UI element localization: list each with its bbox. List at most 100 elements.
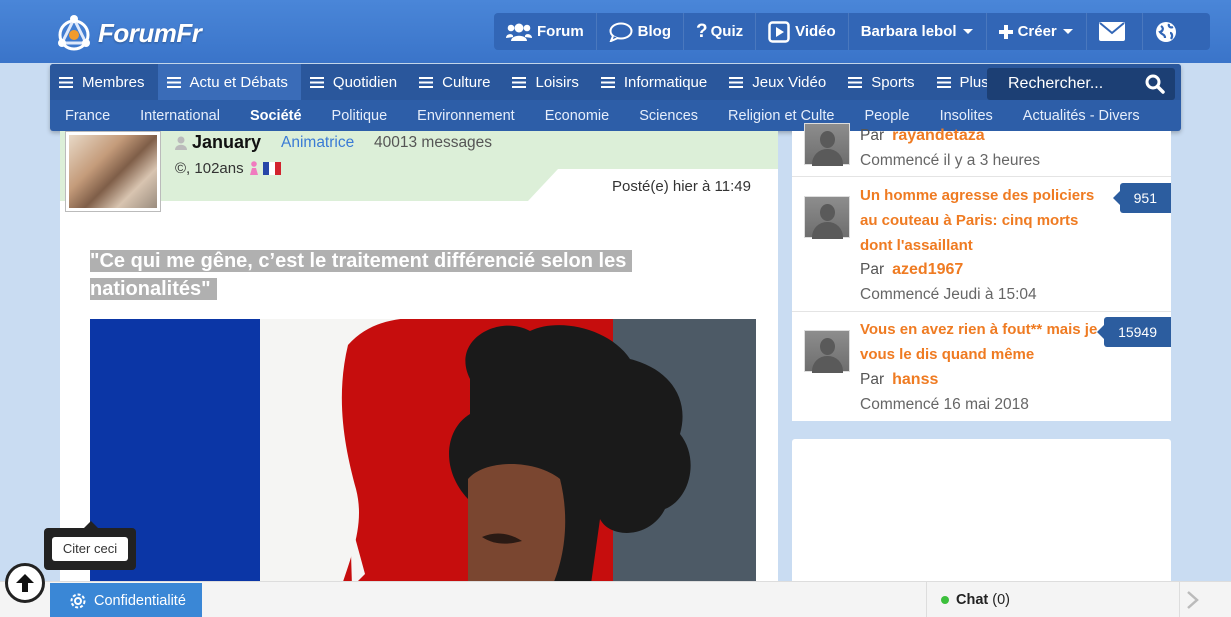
post-username-row[interactable]: January <box>175 132 261 153</box>
category-label: Plus <box>959 73 989 91</box>
chevron-right-icon[interactable] <box>1185 590 1201 610</box>
scroll-top-button[interactable] <box>5 563 45 603</box>
nav-language[interactable] <box>1143 13 1194 50</box>
post-message-count: 40013 messages <box>374 134 493 151</box>
divider <box>792 311 1171 312</box>
category-label: Culture <box>442 73 491 91</box>
post-role: Animatrice <box>281 134 355 151</box>
subcategory-4[interactable]: Environnement <box>417 108 515 124</box>
category-0[interactable]: Membres <box>50 64 158 100</box>
user-icon <box>175 136 187 150</box>
subcategory-row: France International Société Politique Envir… <box>50 100 1181 131</box>
top-nav: Forum Blog ? Quiz Vidéo Barbara lebol Cr… <box>494 13 1210 50</box>
topic-author-row: Par rayandetaza <box>860 127 985 145</box>
menu-icon <box>848 76 863 88</box>
category-label: Membres <box>82 73 145 91</box>
menu-icon <box>936 76 951 88</box>
post-username: January <box>192 132 262 152</box>
category-label: Actu et Débats <box>189 73 288 91</box>
category-6[interactable]: Jeux Vidéo <box>720 64 839 100</box>
avatar[interactable] <box>65 131 161 212</box>
search-input[interactable]: Rechercher... <box>987 68 1175 100</box>
topic-count-badge: 951 <box>1112 183 1171 213</box>
speech-bubble-icon <box>609 22 633 42</box>
subcategory-5[interactable]: Economie <box>545 108 609 124</box>
sidebar-widget <box>792 439 1171 599</box>
subcategory-2[interactable]: Société <box>250 108 302 124</box>
post-user-info: ©, 102ans <box>175 160 281 177</box>
subcategory-8[interactable]: People <box>864 108 909 124</box>
quote-tooltip-label: Citer ceci <box>52 537 128 561</box>
category-3[interactable]: Culture <box>410 64 503 100</box>
menu-icon <box>729 76 744 88</box>
nav-user-label: Barbara lebol <box>860 23 957 40</box>
envelope-icon <box>1098 22 1125 41</box>
menu-icon <box>166 76 181 88</box>
search-icon[interactable] <box>1145 74 1165 94</box>
subcategory-9[interactable]: Insolites <box>940 108 993 124</box>
online-dot-icon <box>941 596 949 604</box>
chat-button[interactable]: Chat (0) <box>926 582 1180 617</box>
menu-icon <box>419 76 434 88</box>
female-icon <box>249 160 258 175</box>
nav-quiz[interactable]: ? Quiz <box>684 13 757 50</box>
topic-avatar[interactable] <box>804 123 850 166</box>
latest-topics-panel: Par rayandetaza Commencé il y a 3 heures … <box>792 123 1171 421</box>
france-flag-icon <box>262 162 281 175</box>
top-header: ForumFr Forum Blog ? Quiz Vidéo Barbara … <box>0 0 1231 63</box>
nav-quiz-label: Quiz <box>710 23 744 40</box>
post-image[interactable] <box>90 319 756 591</box>
nav-user-menu[interactable]: Barbara lebol <box>849 13 987 50</box>
nav-create[interactable]: Créer <box>987 13 1087 50</box>
menu-icon <box>512 76 527 88</box>
topic-count-badge: 15949 <box>1097 317 1171 347</box>
subcategory-1[interactable]: International <box>140 108 220 124</box>
plus-icon <box>998 24 1013 39</box>
category-5[interactable]: Informatique <box>592 64 720 100</box>
topic-author[interactable]: hanss <box>892 371 938 388</box>
nav-video[interactable]: Vidéo <box>756 13 849 50</box>
divider <box>792 176 1171 177</box>
topic-by-label: Par <box>860 127 885 144</box>
topic-author[interactable]: azed1967 <box>892 261 963 278</box>
topic-by-label: Par <box>860 371 885 388</box>
subcategory-6[interactable]: Sciences <box>639 108 698 124</box>
subcategory-7[interactable]: Religion et Culte <box>728 108 834 124</box>
topic-date: Commencé il y a 3 heures <box>860 152 1041 169</box>
category-7[interactable]: Sports <box>839 64 927 100</box>
nav-blog-label: Blog <box>637 23 671 40</box>
nav-messages[interactable] <box>1087 13 1143 50</box>
chevron-down-icon <box>962 28 973 34</box>
category-label: Informatique <box>623 73 708 91</box>
topic-avatar[interactable] <box>804 196 850 239</box>
topic-by-label: Par <box>860 261 885 278</box>
category-label: Sports <box>871 73 915 91</box>
privacy-button[interactable]: Confidentialité <box>50 583 202 617</box>
post-title-text: "Ce qui me gêne, c’est le traitement dif… <box>90 250 633 300</box>
logo-text: ForumFr <box>98 17 202 48</box>
quote-tooltip[interactable]: Citer ceci <box>44 521 136 570</box>
nav-create-label: Créer <box>1017 23 1057 40</box>
nav-blog[interactable]: Blog <box>597 13 684 50</box>
subcategory-10[interactable]: Actualités - Divers <box>1023 108 1140 124</box>
question-icon: ? <box>696 20 708 42</box>
topic-avatar[interactable] <box>804 330 850 373</box>
nav-video-label: Vidéo <box>795 23 836 40</box>
search-placeholder: Rechercher... <box>1008 75 1104 92</box>
site-logo[interactable]: ForumFr <box>54 10 204 56</box>
avatar-image <box>69 135 157 208</box>
menu-icon <box>600 76 615 88</box>
topic-title[interactable]: Vous en avez rien à fout** mais je vous … <box>860 317 1100 367</box>
subcategory-0[interactable]: France <box>65 108 110 124</box>
post-title: "Ce qui me gêne, c’est le traitement dif… <box>90 247 670 303</box>
subcategory-3[interactable]: Politique <box>332 108 388 124</box>
category-label: Jeux Vidéo <box>752 73 827 91</box>
topic-author[interactable]: rayandetaza <box>892 127 985 144</box>
category-1[interactable]: Actu et Débats <box>157 64 301 100</box>
category-4[interactable]: Loisirs <box>503 64 591 100</box>
topic-author-row: Par hanss <box>860 371 938 389</box>
post-illustration <box>90 319 756 591</box>
nav-forum[interactable]: Forum <box>494 13 597 50</box>
topic-title[interactable]: Un homme agresse des policiers au coutea… <box>860 183 1100 258</box>
category-2[interactable]: Quotidien <box>301 64 410 100</box>
